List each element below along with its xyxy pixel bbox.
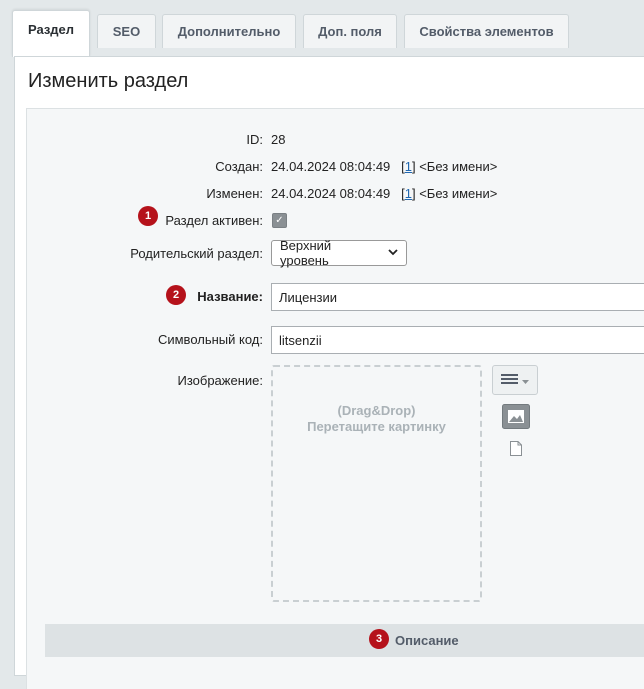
parent-section-value: Верхний уровень (280, 238, 332, 268)
created-user-name: <Без имени> (419, 159, 498, 174)
image-menu-button[interactable] (492, 365, 538, 395)
tab-additional[interactable]: Дополнительно (162, 14, 296, 48)
id-label: ID: (246, 132, 263, 147)
created-value: 24.04.2024 08:04:49 [1] <Без имени> (271, 159, 498, 174)
hamburger-menu-icon (501, 373, 519, 388)
active-checkbox[interactable]: ✓ (272, 213, 287, 228)
code-input[interactable]: litsenzii (271, 326, 644, 354)
id-value: 28 (271, 132, 286, 147)
file-icon[interactable] (510, 441, 522, 456)
dropzone-hint-line1: (Drag&Drop) (337, 403, 416, 418)
modified-value: 24.04.2024 08:04:49 [1] <Без имени> (271, 186, 498, 201)
created-date: 24.04.2024 08:04:49 (271, 159, 391, 174)
parent-section-select[interactable]: Верхний уровень (271, 238, 407, 268)
name-label: Название: (197, 289, 263, 304)
description-section-header[interactable]: 3 Описание (45, 624, 644, 657)
tab-section[interactable]: Раздел (12, 10, 90, 57)
hint-badge-3: 3 (369, 629, 389, 649)
tab-bar: Раздел SEO Дополнительно Доп. поля Свойс… (0, 0, 644, 57)
chevron-down-icon (388, 248, 398, 259)
image-icon[interactable] (502, 404, 530, 429)
created-label: Создан: (215, 159, 263, 174)
image-label: Изображение: (177, 373, 263, 388)
parent-label: Родительский раздел: (130, 246, 263, 261)
checkmark-icon: ✓ (275, 215, 284, 226)
modified-date: 24.04.2024 08:04:49 (271, 186, 391, 201)
description-section-label: Описание (395, 633, 459, 648)
tab-extra-fields[interactable]: Доп. поля (303, 14, 397, 48)
page-title: Изменить раздел (28, 70, 189, 92)
image-dropzone[interactable]: (Drag&Drop) Перетащите картинку (271, 365, 482, 602)
hint-badge-2: 2 (166, 285, 186, 305)
active-label: Раздел активен: (165, 213, 263, 228)
name-input[interactable]: Лицензии (271, 283, 644, 311)
modified-user-link[interactable]: 1 (405, 186, 412, 201)
tab-element-properties[interactable]: Свойства элементов (404, 14, 569, 48)
caret-down-icon (522, 373, 529, 388)
dropzone-hint-line2: Перетащите картинку (307, 419, 446, 434)
created-user-link[interactable]: 1 (405, 159, 412, 174)
tab-seo[interactable]: SEO (97, 14, 156, 48)
modified-user-name: <Без имени> (419, 186, 498, 201)
modified-label: Изменен: (206, 186, 263, 201)
code-label: Символьный код: (157, 332, 263, 347)
